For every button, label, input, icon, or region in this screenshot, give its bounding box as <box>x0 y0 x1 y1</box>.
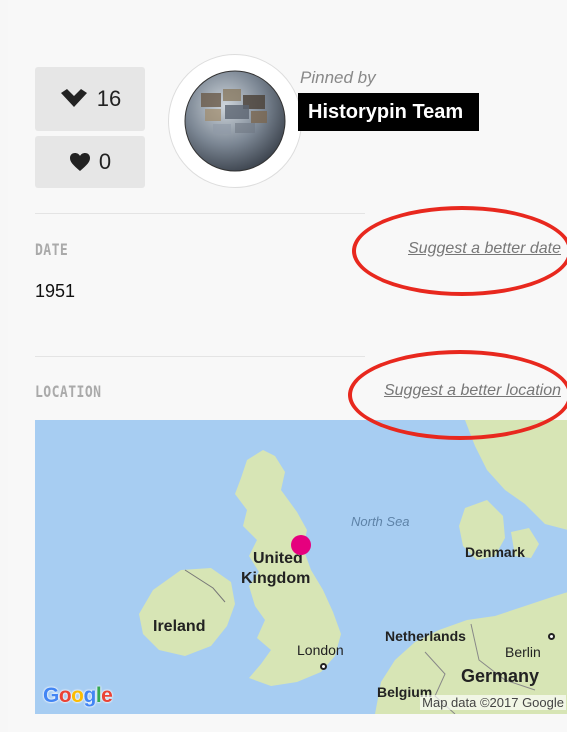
annotation-circle-date <box>352 206 567 296</box>
pin-details-panel: 16 0 Pinned by Historypin Team DATE Sugg… <box>8 0 567 732</box>
owner-avatar[interactable] <box>168 54 302 188</box>
dislike-count: 0 <box>98 149 112 174</box>
location-map[interactable]: North Sea United Kingdom Ireland London … <box>35 420 567 714</box>
location-pin-marker[interactable] <box>291 535 311 555</box>
date-label: DATE <box>35 240 69 259</box>
city-marker <box>320 663 327 670</box>
divider <box>35 356 365 357</box>
pinned-by-label: Pinned by <box>300 68 376 87</box>
like-count: 16 <box>96 86 122 111</box>
chevron-heart-icon <box>60 89 87 107</box>
map-label-london: London <box>297 642 344 658</box>
like-button[interactable]: 16 <box>35 67 145 131</box>
map-label-denmark: Denmark <box>465 544 525 560</box>
google-logo: Google <box>43 684 113 707</box>
location-label: LOCATION <box>35 382 102 401</box>
map-label-ireland: Ireland <box>153 618 206 635</box>
globe-avatar-image <box>184 70 286 172</box>
heart-icon <box>69 153 90 171</box>
dislike-button[interactable]: 0 <box>35 136 145 188</box>
map-label-berlin: Berlin <box>505 644 541 660</box>
map-label-uk-line2: Kingdom <box>241 570 311 587</box>
map-label-north-sea: North Sea <box>351 514 410 529</box>
date-value: 1951 <box>35 281 76 301</box>
map-label-germany: Germany <box>461 666 540 686</box>
map-credit: Map data ©2017 Google <box>420 695 566 710</box>
city-marker <box>548 633 555 640</box>
divider <box>35 213 365 214</box>
annotation-circle-location <box>348 350 567 440</box>
owner-name-link[interactable]: Historypin Team <box>298 93 480 131</box>
map-label-netherlands: Netherlands <box>385 628 466 644</box>
